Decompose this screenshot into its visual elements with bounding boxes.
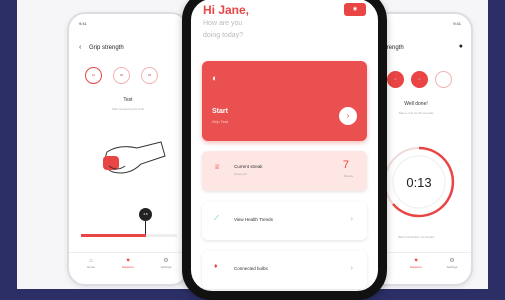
nav-measure[interactable]: ♥ Measure <box>405 258 427 269</box>
trend-chart-icon: ⟋ <box>214 215 219 222</box>
gauge-pin <box>145 221 146 235</box>
nav-settings[interactable]: ⚙ Settings <box>441 258 463 269</box>
nav-home-label: Home <box>86 265 95 269</box>
left-phone-grip-test: 9:41 ‹ Grip strength 01 02 03 Test Start… <box>67 12 189 286</box>
nav-measure-label: Measure <box>410 265 422 269</box>
nav-measure[interactable]: ♥ Measure <box>117 258 139 269</box>
bulb-icon: ◐ <box>212 73 218 83</box>
status-time: 9:41 <box>453 21 461 26</box>
trophy-icon: ♕ <box>214 164 221 171</box>
nav-settings-label: Settings <box>446 265 458 269</box>
streak-sublabel: Great job! <box>234 172 248 176</box>
back-arrow-icon[interactable]: ‹ <box>79 44 81 51</box>
nav-settings[interactable]: ⚙ Settings <box>155 258 177 269</box>
gear-icon: ⚙ <box>449 258 455 264</box>
gauge-fill <box>81 234 146 237</box>
streak-value: 7 <box>342 159 349 171</box>
bottom-divider <box>69 252 187 253</box>
start-arrow-button[interactable]: › <box>339 107 357 125</box>
step-tab-2[interactable]: 02 <box>113 67 130 84</box>
step-4-pending <box>435 71 452 88</box>
streak-unit: Weeks <box>343 174 353 178</box>
test-label: Test <box>123 97 133 103</box>
connected-bulbs-card[interactable]: ♦ Connected bulbs › <box>202 251 367 289</box>
status-time: 9:41 <box>79 21 87 26</box>
bulb-device-icon: ♦ <box>214 263 218 270</box>
screen-title: Grip strength <box>89 45 124 51</box>
start-sublabel: Grip Test <box>212 119 228 124</box>
heart-icon: ♥ <box>126 258 130 264</box>
notification-button[interactable]: ◉ <box>344 3 366 16</box>
question-line-2: doing today? <box>203 32 244 39</box>
greeting: Hi Jane, <box>203 3 250 17</box>
question-line-1: How are you <box>203 20 243 27</box>
gear-icon: ⚙ <box>163 258 169 264</box>
home-icon: ⌂ <box>89 258 93 264</box>
step-2-complete: ✓ <box>387 71 404 88</box>
heart-icon: ♥ <box>414 258 418 264</box>
step-tab-1[interactable]: 01 <box>85 67 102 84</box>
nav-measure-label: Measure <box>122 265 134 269</box>
streak-label: Current streak <box>234 164 263 169</box>
showcase-canvas: 9:41 ‹ Grip strength 01 02 03 Test Start… <box>17 0 488 300</box>
step-3-complete: ✓ <box>411 71 428 88</box>
start-test-card[interactable]: ◐ Start Grip Test › <box>202 61 367 141</box>
hand-squeeze-illustration <box>103 141 166 174</box>
profile-icon[interactable]: ● <box>459 43 463 50</box>
grip-gauge-marker: 4.8 <box>139 208 152 221</box>
chevron-right-icon: › <box>350 214 353 223</box>
nav-home[interactable]: ⌂Home <box>81 258 101 269</box>
current-streak-card: ♕ Current streak Great job! 7 Weeks <box>202 151 367 191</box>
timer-value: 0:13 <box>406 175 432 190</box>
start-label: Start <box>212 108 228 115</box>
nav-settings-label: Settings <box>160 265 172 269</box>
chevron-right-icon: › <box>350 263 353 272</box>
health-trends-card[interactable]: ⟋ View Health Trends › <box>202 202 367 240</box>
test-description: Start squeezing the bulb <box>111 107 145 111</box>
center-phone-home: Hi Jane, ◉ How are you doing today? ◐ St… <box>182 0 387 300</box>
trends-label: View Health Trends <box>234 217 273 222</box>
step-tab-3[interactable]: 03 <box>141 67 158 84</box>
connected-label: Connected bulbs <box>234 266 268 271</box>
